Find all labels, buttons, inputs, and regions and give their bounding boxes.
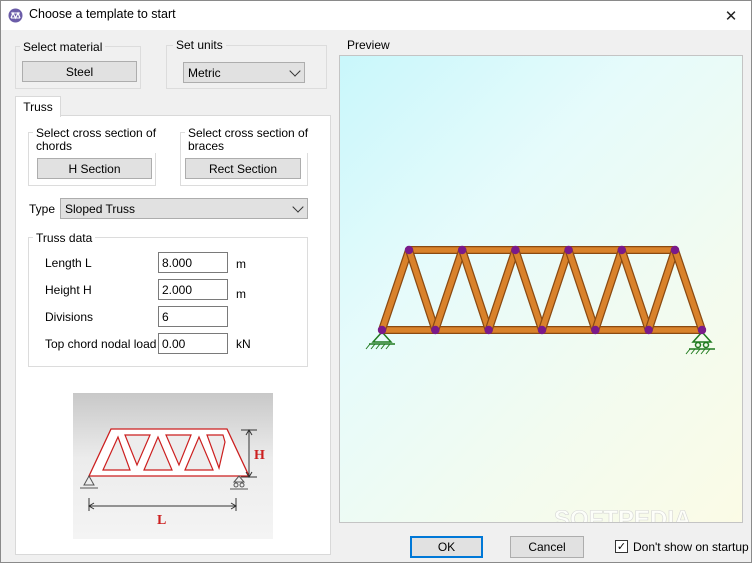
type-label: Type <box>29 202 56 216</box>
dont-show-label[interactable]: Don't show on startup <box>633 541 749 554</box>
truss-node <box>670 245 680 255</box>
support-hatch <box>365 343 371 350</box>
brace-member <box>512 247 545 333</box>
dont-show-checkbox[interactable]: ✓ <box>615 540 628 553</box>
brace-member <box>672 247 705 333</box>
roller-support-icon <box>685 330 715 355</box>
truss-node <box>537 325 547 335</box>
load-unit: kN <box>236 337 251 351</box>
truss-supports <box>365 330 715 355</box>
divisions-input[interactable]: 6 <box>158 306 228 327</box>
truss-node <box>511 245 520 255</box>
length-input[interactable]: 8.000 <box>158 252 228 273</box>
brace-member <box>406 247 439 333</box>
brace-member <box>565 247 599 333</box>
units-group-label: Set units <box>173 39 226 52</box>
brace-member <box>645 247 678 333</box>
preview-group-label: Preview <box>344 39 393 52</box>
brace-member <box>592 247 625 333</box>
truss-node <box>458 245 467 255</box>
truss-type-value: Sloped Truss <box>65 201 136 216</box>
truss-data-label: Truss data <box>33 232 96 245</box>
load-input[interactable]: 0.00 <box>158 333 228 354</box>
close-button[interactable]: ✕ <box>711 1 751 30</box>
app-icon <box>8 8 23 23</box>
ok-button[interactable]: OK <box>410 536 483 558</box>
truss-node <box>697 325 707 335</box>
truss-type-select[interactable]: Sloped Truss <box>60 198 308 219</box>
title-bar: Choose a template to start ✕ <box>1 1 751 30</box>
truss-node <box>404 245 414 255</box>
load-label: Top chord nodal load <box>45 337 157 351</box>
units-select-value: Metric <box>188 65 221 80</box>
support-hatch <box>685 348 691 355</box>
support-roller <box>702 341 710 349</box>
truss-node <box>377 325 387 335</box>
material-group-label: Select material <box>20 41 106 54</box>
length-unit: m <box>236 257 246 271</box>
diagram-height-label: H <box>254 448 265 463</box>
diagram-length-label: L <box>157 513 166 528</box>
truss-members <box>378 246 706 334</box>
length-label: Length L <box>45 256 92 270</box>
tab-truss[interactable]: Truss <box>15 96 61 117</box>
brace-member <box>432 247 465 333</box>
truss-node <box>564 245 573 255</box>
support-roller <box>694 341 702 349</box>
truss-diagram: H L <box>73 393 273 539</box>
cancel-button[interactable]: Cancel <box>510 536 584 558</box>
truss-node <box>591 325 600 335</box>
pin-support-icon <box>365 330 395 350</box>
chords-section-button[interactable]: H Section <box>37 158 152 179</box>
truss-node <box>617 245 626 255</box>
softpedia-watermark: SOFTPEDIA <box>554 506 691 523</box>
truss-preview: SOFTPEDIA <box>365 245 715 523</box>
units-select[interactable]: Metric <box>183 62 305 83</box>
height-label: Height H <box>45 283 92 297</box>
braces-section-button[interactable]: Rect Section <box>185 158 301 179</box>
brace-member <box>485 247 519 333</box>
braces-group-label: Select cross section of braces <box>185 127 312 153</box>
preview-canvas: SOFTPEDIA <box>339 55 743 523</box>
checkmark-icon: ✓ <box>616 540 627 553</box>
divisions-label: Divisions <box>45 310 94 324</box>
truss-node <box>484 325 493 335</box>
chords-group-label: Select cross section of chords <box>33 127 160 153</box>
brace-member <box>539 247 572 333</box>
truss-node <box>644 325 653 335</box>
material-button[interactable]: Steel <box>22 61 137 82</box>
braces-label-line2: braces <box>188 139 225 153</box>
tab-truss-label: Truss <box>23 100 53 114</box>
brace-member <box>379 247 412 333</box>
diagram-supports <box>80 474 248 490</box>
window-title: Choose a template to start <box>29 7 176 21</box>
chevron-down-icon <box>289 64 301 77</box>
dialog-window: Choose a template to start ✕ Select mate… <box>0 0 752 563</box>
truss-diagram-drawing: H L <box>80 428 265 528</box>
chords-label-line2: chords <box>36 139 73 153</box>
dim-length <box>88 498 237 511</box>
brace-member <box>459 247 492 333</box>
height-input[interactable]: 2.000 <box>158 279 228 300</box>
height-unit: m <box>236 287 246 301</box>
chevron-down-icon <box>292 200 304 213</box>
brace-member <box>619 247 652 333</box>
truss-node <box>431 325 440 335</box>
close-icon: ✕ <box>724 6 738 25</box>
